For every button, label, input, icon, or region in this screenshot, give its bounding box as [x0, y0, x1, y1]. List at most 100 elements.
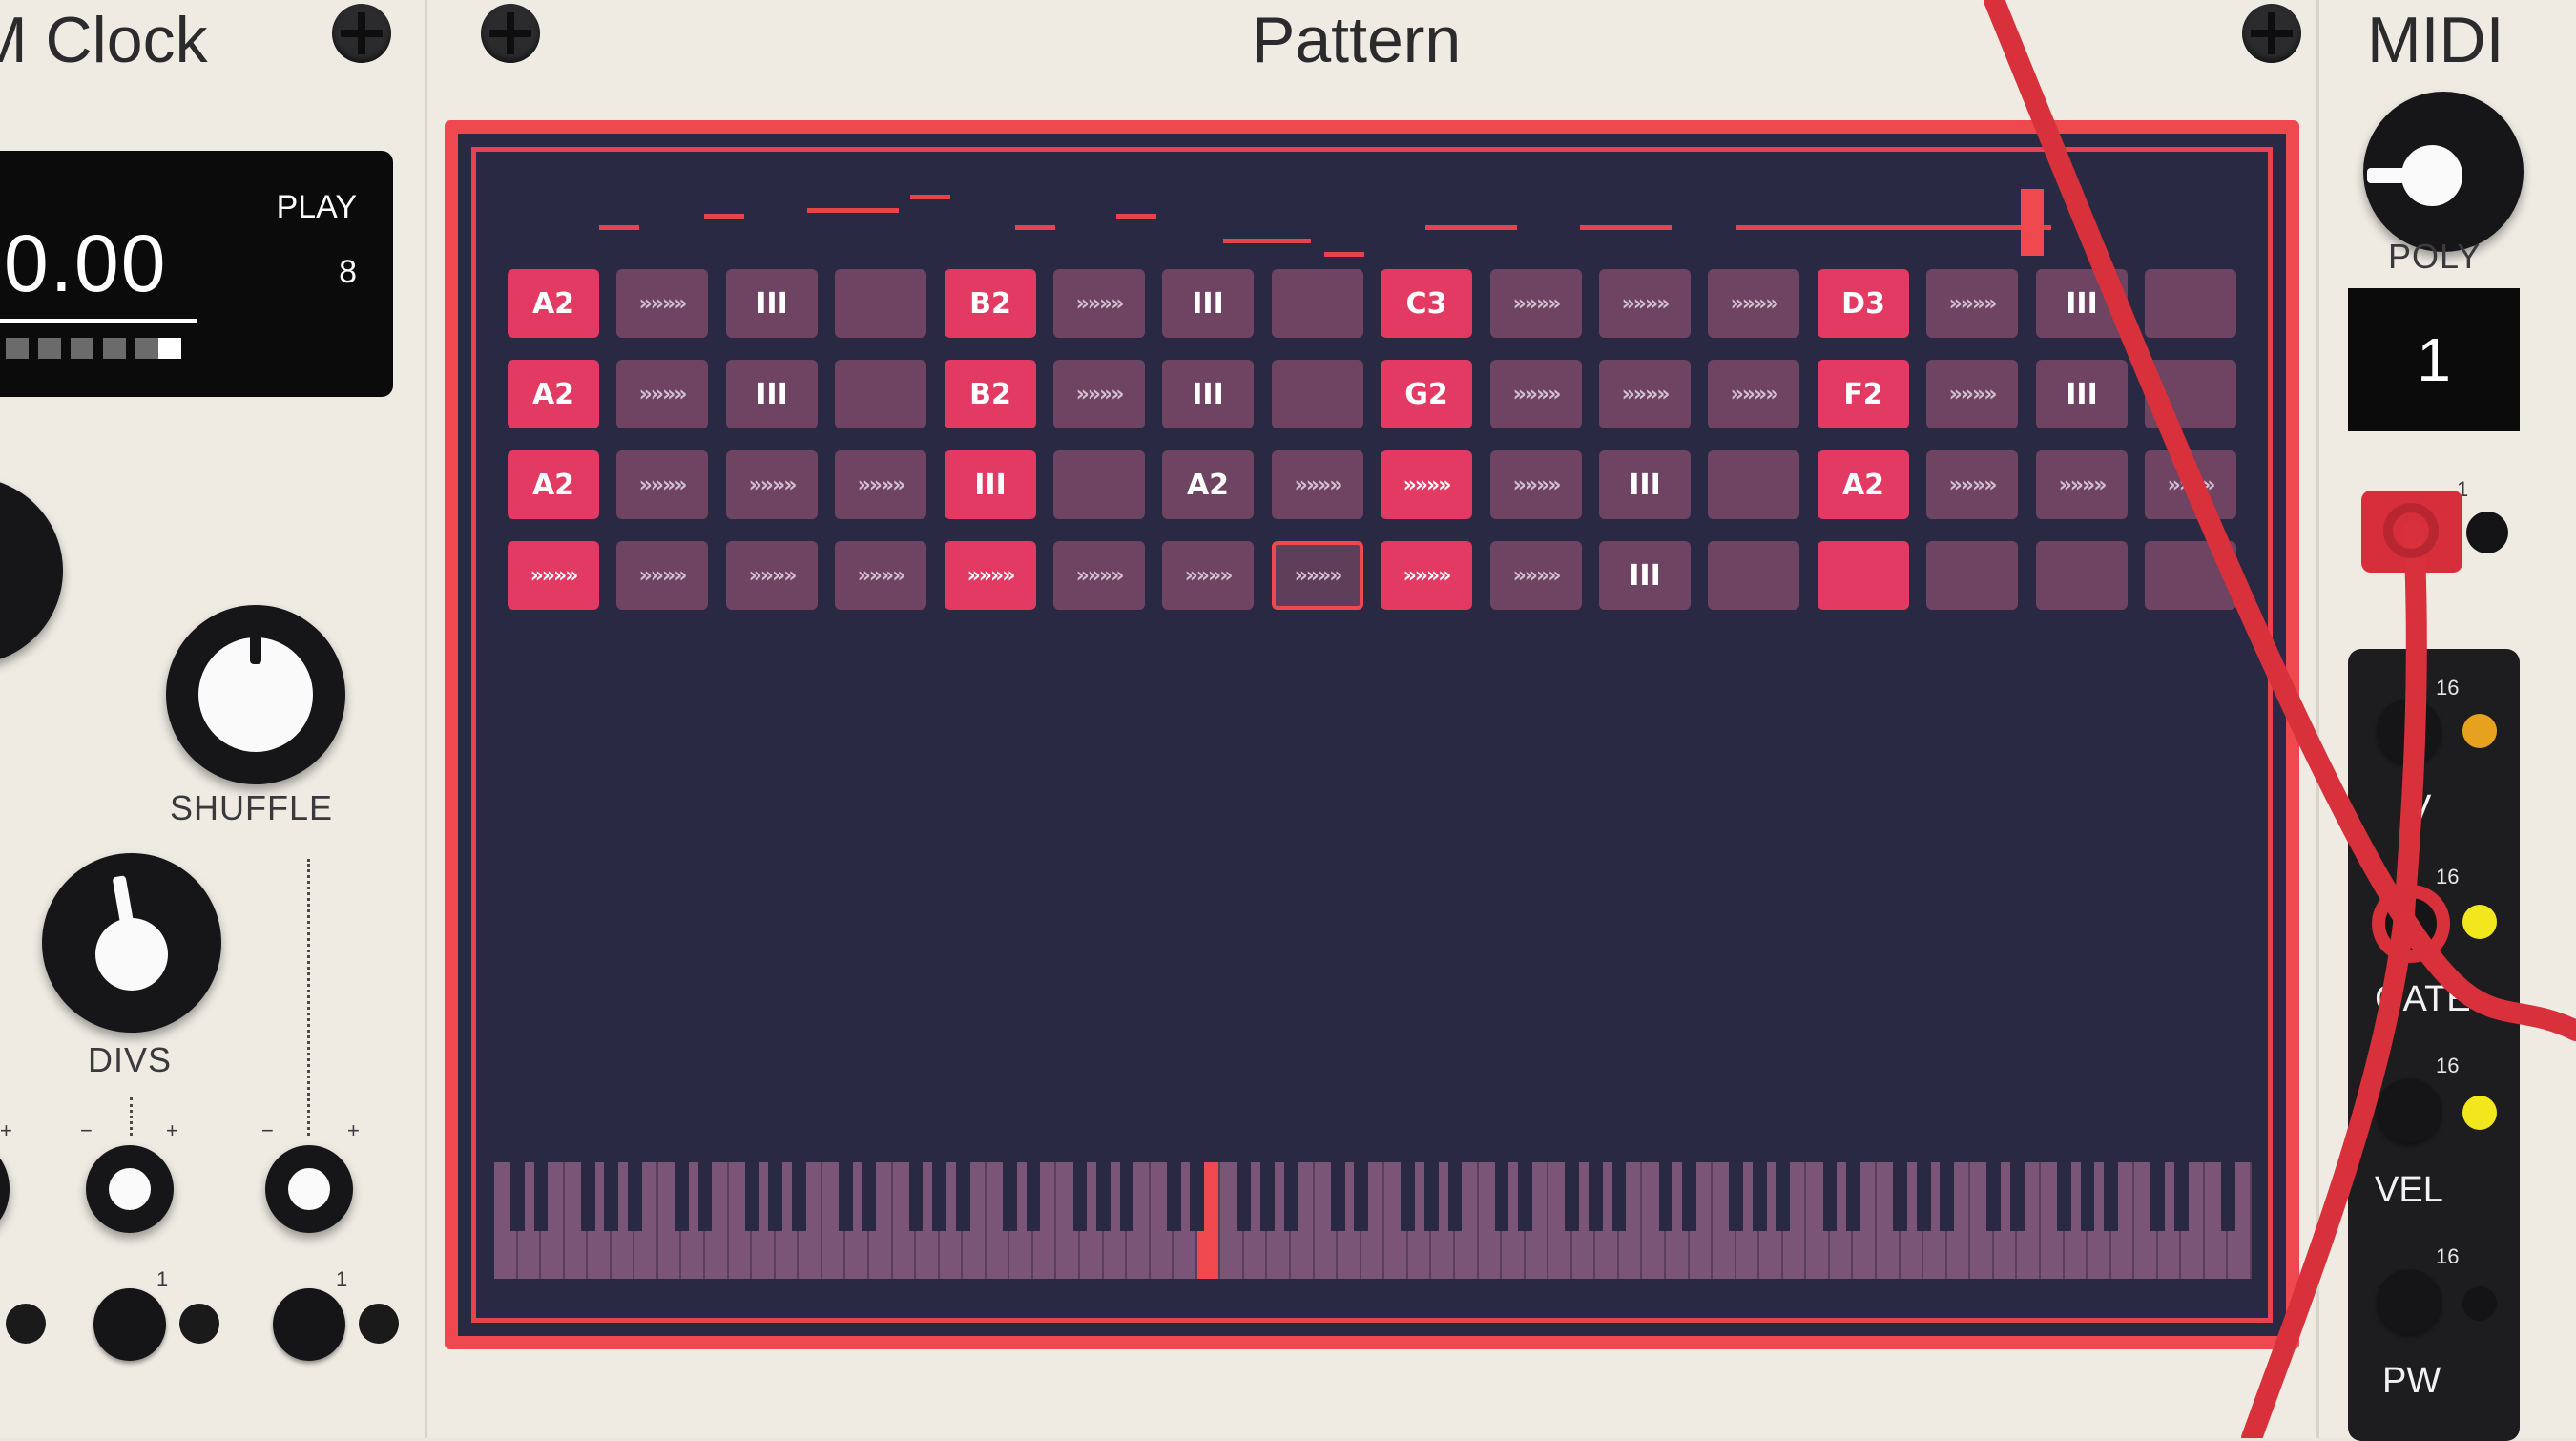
piano-black-key[interactable]: [1776, 1162, 1791, 1231]
trim-knob[interactable]: [265, 1145, 353, 1233]
step-cell-tie[interactable]: »»»»: [1272, 450, 1363, 519]
piano-black-key[interactable]: [604, 1162, 619, 1231]
step-cell-tie[interactable]: »»»»: [1490, 269, 1582, 338]
step-cell-empty[interactable]: [1053, 450, 1145, 519]
trim-knob[interactable]: [86, 1145, 174, 1233]
shuffle-knob[interactable]: [166, 605, 345, 784]
step-cell-tie[interactable]: »»»»: [616, 269, 708, 338]
step-cell-tie[interactable]: »»»»: [1053, 269, 1145, 338]
step-cell-empty[interactable]: [1708, 450, 1799, 519]
step-cell-note[interactable]: A2: [508, 269, 599, 338]
cv-jack[interactable]: [273, 1288, 345, 1361]
piano-black-key[interactable]: [2010, 1162, 2025, 1231]
piano-black-key[interactable]: [908, 1162, 924, 1231]
v-output-jack[interactable]: [2377, 699, 2441, 763]
piano-black-key[interactable]: [955, 1162, 970, 1231]
piano-black-key[interactable]: [1166, 1162, 1181, 1231]
piano-black-key[interactable]: [1401, 1162, 1416, 1231]
step-cell-empty[interactable]: [2036, 541, 2128, 610]
step-cell-empty[interactable]: [2145, 269, 2236, 338]
piano-black-key[interactable]: [862, 1162, 877, 1231]
piano-black-key[interactable]: [1658, 1162, 1673, 1231]
piano-black-key[interactable]: [1447, 1162, 1463, 1231]
step-cell-empty[interactable]: [835, 360, 926, 428]
piano-black-key[interactable]: [1072, 1162, 1088, 1231]
piano-black-key[interactable]: [1096, 1162, 1111, 1231]
step-cell-rest[interactable]: III: [726, 269, 818, 338]
step-cell-note[interactable]: C3: [1381, 269, 1472, 338]
step-cell-tie-active[interactable]: »»»»: [945, 541, 1036, 610]
piano-black-key[interactable]: [1893, 1162, 1907, 1231]
step-cell-rest[interactable]: III: [1599, 541, 1691, 610]
piano-black-key[interactable]: [1940, 1162, 1955, 1231]
piano-black-key[interactable]: [580, 1162, 595, 1231]
step-cell-empty[interactable]: [2145, 360, 2236, 428]
step-cell-note[interactable]: D3: [1818, 269, 1909, 338]
step-cell-note[interactable]: III: [945, 450, 1036, 519]
piano-black-key[interactable]: [627, 1162, 642, 1231]
step-cell-rest[interactable]: III: [2036, 269, 2128, 338]
step-cell-selected[interactable]: »»»»: [1272, 541, 1363, 610]
step-cell-tie[interactable]: »»»»: [835, 450, 926, 519]
step-cell-rest[interactable]: III: [2036, 360, 2128, 428]
piano-black-key[interactable]: [510, 1162, 525, 1231]
piano-black-key[interactable]: [1494, 1162, 1509, 1231]
piano-black-key[interactable]: [2080, 1162, 2095, 1231]
step-cell-note[interactable]: A2: [508, 360, 599, 428]
step-cell-note[interactable]: G2: [1381, 360, 1472, 428]
step-cell-tie[interactable]: »»»»: [1599, 360, 1691, 428]
piano-black-key[interactable]: [1260, 1162, 1275, 1231]
step-cell-tie[interactable]: »»»»: [2145, 450, 2236, 519]
step-cell-tie[interactable]: »»»»: [1053, 541, 1145, 610]
step-cell-tie[interactable]: »»»»: [2036, 450, 2128, 519]
piano-black-key[interactable]: [1822, 1162, 1838, 1231]
step-cell-tie-active[interactable]: »»»»: [508, 541, 599, 610]
piano-black-key[interactable]: [1424, 1162, 1439, 1231]
step-cell-tie[interactable]: »»»»: [616, 360, 708, 428]
piano-black-key[interactable]: [1354, 1162, 1369, 1231]
piano-black-key[interactable]: [1588, 1162, 1603, 1231]
piano-black-key[interactable]: [1518, 1162, 1532, 1231]
step-cell-tie[interactable]: »»»»: [1490, 450, 1582, 519]
piano-black-key[interactable]: [675, 1162, 689, 1231]
piano-black-key[interactable]: [1119, 1162, 1134, 1231]
step-cell-empty[interactable]: [2145, 541, 2236, 610]
piano-black-key[interactable]: [533, 1162, 549, 1231]
piano-black-key[interactable]: [2057, 1162, 2071, 1231]
step-cell-tie[interactable]: »»»»: [1926, 269, 2018, 338]
piano-black-key[interactable]: [1330, 1162, 1345, 1231]
step-cell-tie-active[interactable]: »»»»: [1381, 541, 1472, 610]
step-cell-note[interactable]: B2: [945, 360, 1036, 428]
step-cell-empty[interactable]: [1272, 269, 1363, 338]
step-cell-rest[interactable]: III: [726, 360, 818, 428]
step-cell-tie[interactable]: »»»»: [1708, 269, 1799, 338]
step-cell-note[interactable]: F2: [1818, 360, 1909, 428]
step-cell-note[interactable]: A2: [508, 450, 599, 519]
piano-black-key[interactable]: [839, 1162, 853, 1231]
piano-black-key[interactable]: [2173, 1162, 2189, 1231]
piano-black-key[interactable]: [791, 1162, 806, 1231]
step-cell-rest[interactable]: III: [1162, 360, 1254, 428]
piano-black-key[interactable]: [1190, 1162, 1205, 1231]
piano-black-key[interactable]: [1283, 1162, 1298, 1231]
pw-output-jack[interactable]: [2377, 1269, 2441, 1334]
step-cell-tie[interactable]: »»»»: [726, 541, 818, 610]
step-cell-tie[interactable]: »»»»: [1490, 360, 1582, 428]
piano-black-key[interactable]: [744, 1162, 759, 1231]
piano-black-key[interactable]: [2221, 1162, 2235, 1231]
step-cell-rest[interactable]: III: [1599, 450, 1691, 519]
step-cell-tie[interactable]: »»»»: [1708, 360, 1799, 428]
step-cell-tie[interactable]: »»»»: [726, 450, 818, 519]
step-cell-tie[interactable]: »»»»: [1162, 541, 1254, 610]
piano-black-key[interactable]: [697, 1162, 713, 1231]
step-cell-tie[interactable]: »»»»: [616, 541, 708, 610]
trim-knob-partial[interactable]: [0, 1145, 10, 1233]
piano-black-key[interactable]: [1002, 1162, 1017, 1231]
piano-keyboard[interactable]: [494, 1162, 2252, 1279]
piano-black-key[interactable]: [932, 1162, 946, 1231]
piano-black-key[interactable]: [2150, 1162, 2166, 1231]
step-cell-empty[interactable]: [835, 269, 926, 338]
step-cell-tie[interactable]: »»»»: [1926, 360, 2018, 428]
piano-black-key[interactable]: [1916, 1162, 1931, 1231]
step-cell-tie-active[interactable]: »»»»: [1381, 450, 1472, 519]
